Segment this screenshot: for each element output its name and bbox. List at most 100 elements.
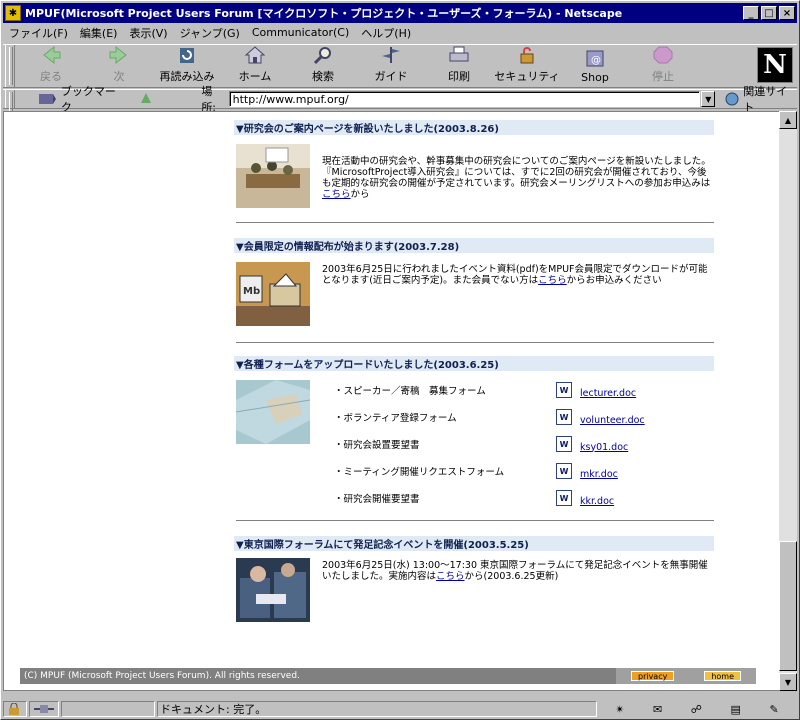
word-doc-icon[interactable]: W	[556, 436, 572, 452]
divider	[236, 520, 714, 521]
security-button[interactable]: セキュリティ	[493, 45, 561, 87]
url-input[interactable]	[228, 91, 701, 107]
home-icon	[244, 45, 266, 65]
window-title: MPUF(Microsoft Project Users Forum [マイクロ…	[25, 7, 623, 20]
form-row: ・ミーティング開催リクエストフォーム W mkr.doc	[334, 463, 714, 480]
word-doc-icon[interactable]: W	[556, 463, 572, 479]
page-proxy-icon[interactable]	[139, 91, 153, 108]
reload-button[interactable]: 再読み込み	[153, 45, 221, 87]
forward-label: 次	[113, 70, 125, 83]
form-row: ・スピーカー／寄稿 募集フォーム W lecturer.doc	[334, 382, 714, 399]
maximize-button[interactable]: □	[761, 6, 777, 20]
menu-go[interactable]: ジャンプ(G)	[174, 25, 246, 41]
reload-icon	[176, 45, 198, 65]
home-link[interactable]: home	[704, 671, 741, 681]
menu-view[interactable]: 表示(V)	[123, 25, 173, 41]
word-doc-icon[interactable]: W	[556, 409, 572, 425]
vertical-scrollbar[interactable]: ▲ ▼	[779, 111, 797, 691]
status-bar: ドキュメント: 完了。 ✴ ✉ ☍ ▤ ✎	[3, 699, 797, 719]
address-book-icon[interactable]: ▤	[730, 703, 740, 716]
event-report-link[interactable]: こちら	[436, 571, 465, 582]
form-download-link[interactable]: mkr.doc	[580, 469, 618, 480]
divider	[236, 342, 714, 343]
svg-text:Mb: Mb	[243, 286, 260, 297]
component-bar: ✴ ✉ ☍ ▤ ✎	[599, 701, 793, 717]
navigator-icon[interactable]: ✴	[615, 703, 624, 716]
related-sites-icon	[723, 91, 741, 107]
word-doc-icon[interactable]: W	[556, 490, 572, 506]
print-label: 印刷	[448, 70, 470, 83]
signup-link[interactable]: こちら	[322, 189, 351, 200]
url-dropdown-arrow[interactable]: ▼	[701, 91, 716, 107]
menu-edit[interactable]: 編集(E)	[74, 25, 124, 41]
member-signup-link[interactable]: こちら	[538, 275, 567, 286]
discussion-icon[interactable]: ☍	[691, 703, 702, 716]
shop-label: Shop	[581, 71, 609, 84]
section-text-after: から	[350, 189, 370, 200]
scroll-down-button[interactable]: ▼	[779, 673, 797, 691]
event-photo	[236, 558, 310, 622]
close-button[interactable]: ×	[779, 6, 795, 20]
section-heading: ▼研究会のご案内ページを新設いたしました(2003.8.26)	[234, 120, 714, 135]
browser-window: ✱ MPUF(Microsoft Project Users Forum [マイ…	[0, 0, 800, 720]
form-row: ・研究会開催要望書 W kkr.doc	[334, 490, 714, 507]
search-button[interactable]: 検索	[289, 45, 357, 87]
left-margin	[4, 112, 20, 690]
security-label: セキュリティ	[494, 70, 560, 83]
forward-icon	[108, 45, 130, 65]
progress-bar	[61, 701, 155, 717]
home-label: ホーム	[238, 70, 272, 83]
form-label: ・研究会開催要望書	[334, 494, 420, 505]
section-body: 2003年6月25日(水) 13:00～17:30 東京国際フォーラムにて発足記…	[322, 560, 712, 582]
section-text-after: から(2003.6.25更新)	[464, 571, 559, 582]
print-button[interactable]: 印刷	[425, 45, 493, 87]
copyright-text: (C) MPUF (Microsoft Project Users Forum)…	[24, 671, 300, 681]
search-icon	[312, 45, 334, 65]
title-bar[interactable]: ✱ MPUF(Microsoft Project Users Forum [マイ…	[3, 3, 797, 23]
section-body: 2003年6月25日に行われましたイベント資料(pdf)をMPUF会員限定でダウ…	[322, 264, 712, 286]
stop-label: 停止	[652, 70, 674, 83]
page-viewport: ▼研究会のご案内ページを新設いたしました(2003.8.26) 現在活動中の研究…	[3, 111, 779, 691]
stop-icon	[652, 45, 674, 65]
print-icon	[448, 45, 470, 65]
word-doc-icon[interactable]: W	[556, 382, 572, 398]
shop-button[interactable]: @ Shop	[561, 45, 629, 87]
form-label: ・スピーカー／寄稿 募集フォーム	[334, 386, 486, 397]
scroll-thumb[interactable]	[779, 541, 797, 671]
location-toolbar: ブックマーク 場所: ▼ 関連サイト	[3, 85, 797, 130]
form-label: ・研究会設置要望書	[334, 440, 420, 451]
stop-button[interactable]: 停止	[629, 45, 697, 87]
privacy-link[interactable]: privacy	[630, 671, 675, 681]
news-section-forms: ▼各種フォームをアップロードいたしました(2003.6.25) ・スピーカー／寄…	[234, 356, 714, 524]
minimize-button[interactable]: _	[743, 6, 759, 20]
form-download-link[interactable]: lecturer.doc	[580, 388, 636, 399]
navigation-toolbar: 戻る 次 再読み込み ホーム 検索 ガイド 印刷 セキュリティ @ Shop 停…	[3, 44, 797, 88]
guide-button[interactable]: ガイド	[357, 45, 425, 87]
scroll-up-button[interactable]: ▲	[779, 111, 797, 129]
form-download-link[interactable]: kkr.doc	[580, 496, 614, 507]
security-status-icon[interactable]	[3, 701, 27, 717]
back-button[interactable]: 戻る	[17, 45, 85, 87]
form-label: ・ボランティア登録フォーム	[334, 413, 457, 424]
netscape-logo[interactable]: N	[757, 47, 793, 83]
back-label: 戻る	[40, 70, 62, 83]
section-heading: ▼各種フォームをアップロードいたしました(2003.6.25)	[234, 356, 714, 371]
section-text-after: からお申込みください	[566, 275, 662, 286]
svg-text:@: @	[591, 55, 601, 66]
menu-help[interactable]: ヘルプ(H)	[355, 25, 417, 41]
composer-icon[interactable]: ✎	[769, 703, 778, 716]
form-download-link[interactable]: ksy01.doc	[580, 442, 628, 453]
mail-icon[interactable]: ✉	[653, 703, 662, 716]
form-download-link[interactable]: volunteer.doc	[580, 415, 645, 426]
toolbar-grip[interactable]	[5, 45, 15, 87]
news-section-launch-event: ▼東京国際フォーラムにて発足記念イベントを開催(2003.5.25) 2003年…	[234, 536, 714, 636]
shop-icon: @	[584, 48, 606, 68]
form-label: ・ミーティング開催リクエストフォーム	[334, 467, 505, 478]
menu-file[interactable]: ファイル(F)	[3, 25, 74, 41]
section-heading: ▼会員限定の情報配布が始まります(2003.7.28)	[234, 238, 714, 253]
menu-communicator[interactable]: Communicator(C)	[246, 26, 355, 39]
connection-status-icon	[29, 701, 59, 717]
forward-button[interactable]: 次	[85, 45, 153, 87]
home-button[interactable]: ホーム	[221, 45, 289, 87]
location-grip[interactable]	[5, 90, 15, 130]
